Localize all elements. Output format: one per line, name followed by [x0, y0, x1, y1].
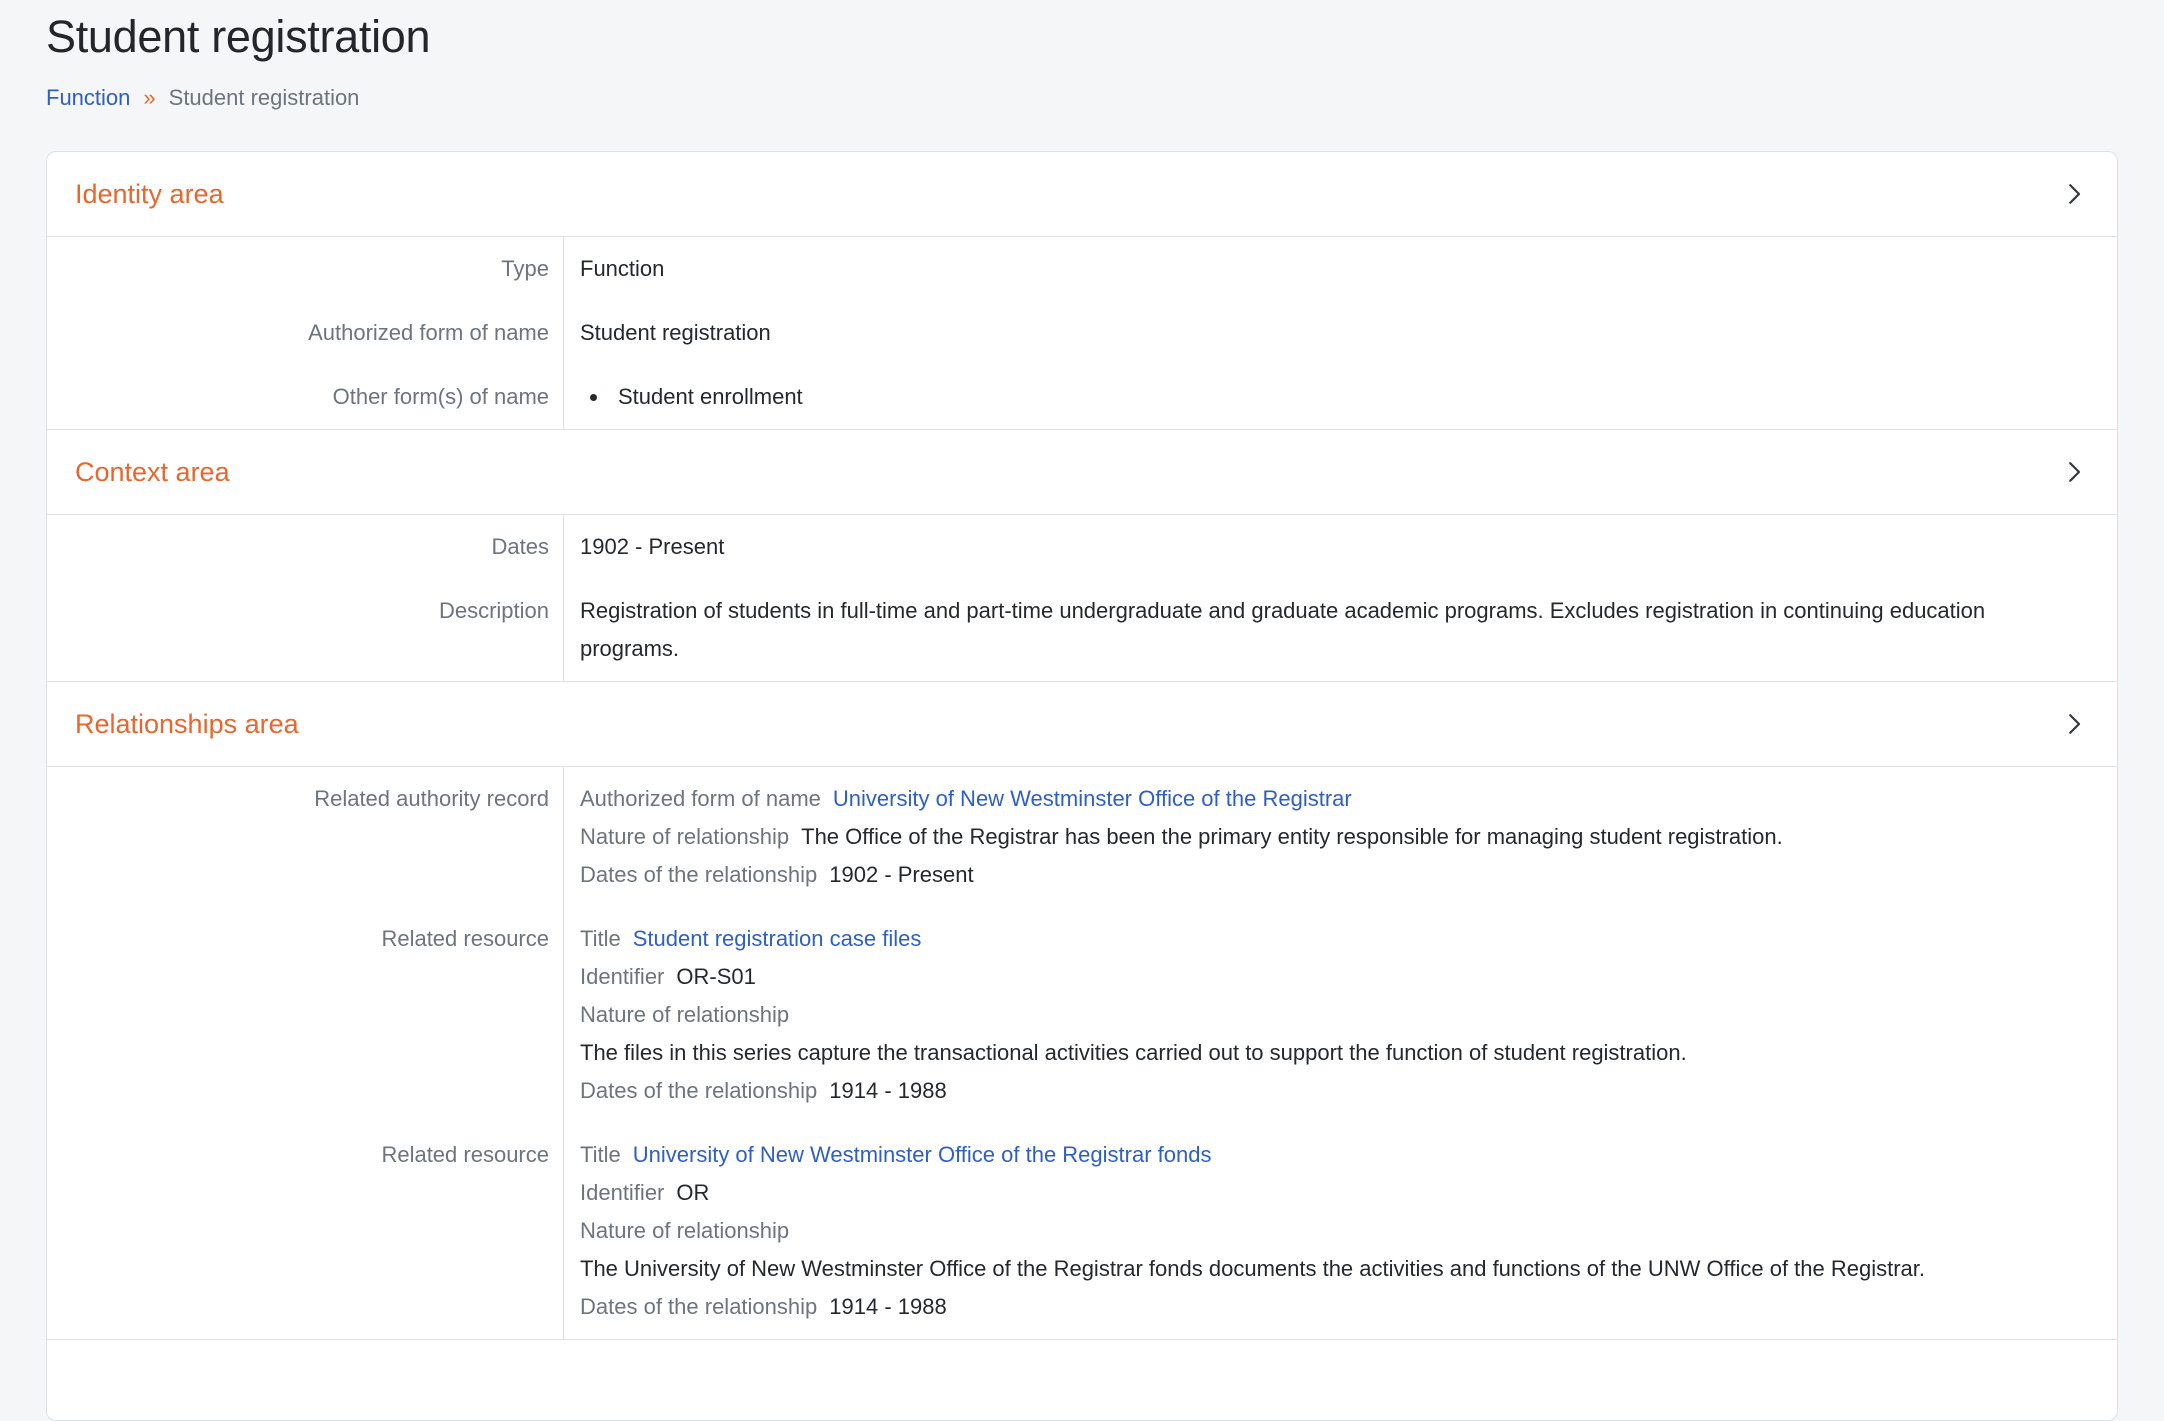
breadcrumb-link-function[interactable]: Function [46, 83, 130, 113]
sub-field: Identifier OR [580, 1174, 2037, 1212]
sub-field: Title Student registration case files [580, 920, 2037, 958]
chevron-right-icon [2059, 709, 2089, 739]
section-header-context[interactable]: Context area [47, 430, 2117, 514]
value-list: Student enrollment [580, 378, 2037, 416]
field-row: Dates1902 - Present [47, 515, 2117, 579]
sub-field-value: OR [676, 1180, 709, 1205]
field-row: Authorized form of nameStudent registrat… [47, 301, 2117, 365]
expand-relationships-button[interactable] [2059, 709, 2089, 739]
field-value: Student registration [564, 301, 2117, 365]
section-context: Context area Dates1902 - PresentDescripti… [47, 430, 2117, 682]
field-value: Registration of students in full-time an… [564, 579, 2117, 681]
field-row: Related authority record Authorized form … [47, 767, 2117, 907]
sub-field-value: The University of New Westminster Office… [580, 1256, 1925, 1281]
sub-field-value: The Office of the Registrar has been the… [801, 824, 1783, 849]
section-title-relationships: Relationships area [75, 706, 299, 742]
sub-field-value-line: The University of New Westminster Office… [580, 1250, 2037, 1288]
section-header-relationships[interactable]: Relationships area [47, 682, 2117, 766]
page: Student registration Function » Student … [0, 10, 2164, 1421]
field-label: Description [47, 579, 564, 681]
field-label: Related resource [47, 907, 564, 1123]
section-header-identity[interactable]: Identity area [47, 152, 2117, 236]
sub-field-value: The files in this series capture the tra… [580, 1040, 1687, 1065]
related-record-link[interactable]: Student registration case files [633, 926, 922, 951]
chevron-right-icon [2059, 457, 2089, 487]
related-record-link[interactable]: University of New Westminster Office of … [633, 1142, 1212, 1167]
sub-field: Identifier OR-S01 [580, 958, 2037, 996]
breadcrumb-separator: » [143, 83, 155, 113]
field-value: Title Student registration case files Iden… [564, 907, 2117, 1123]
sub-field-name: Dates of the relationship [580, 1078, 817, 1103]
chevron-right-icon [2059, 179, 2089, 209]
sub-field: Nature of relationship The Office of the … [580, 818, 2037, 856]
field-value: 1902 - Present [564, 515, 2117, 579]
fields-table-relationships: Related authority record Authorized form … [47, 766, 2117, 1340]
field-label: Related resource [47, 1123, 564, 1339]
sub-field-name: Title [580, 1142, 621, 1167]
field-value: Function [564, 237, 2117, 301]
section-title-identity: Identity area [75, 176, 224, 212]
field-row: DescriptionRegistration of students in f… [47, 579, 2117, 681]
sub-field-name: Title [580, 926, 621, 951]
breadcrumb-current: Student registration [169, 83, 360, 113]
section-title-context: Context area [75, 454, 230, 490]
field-label: Authorized form of name [47, 301, 564, 365]
sub-field-name: Nature of relationship [580, 824, 789, 849]
sub-field-name: Dates of the relationship [580, 1294, 817, 1319]
breadcrumb: Function » Student registration [46, 83, 2118, 113]
sub-field-name-line: Nature of relationship [580, 996, 2037, 1034]
sub-field-value: 1914 - 1988 [829, 1294, 946, 1319]
sub-field: Dates of the relationship 1902 - Present [580, 856, 2037, 894]
field-label: Related authority record [47, 767, 564, 907]
sub-field-value: OR-S01 [676, 964, 755, 989]
field-row: Related resource Title University of New W… [47, 1123, 2117, 1339]
page-title: Student registration [46, 10, 2118, 63]
sub-field-name: Authorized form of name [580, 786, 821, 811]
sub-field-name-line: Nature of relationship [580, 1212, 2037, 1250]
sub-field-name: Identifier [580, 1180, 664, 1205]
field-row: TypeFunction [47, 237, 2117, 301]
sub-field-name: Dates of the relationship [580, 862, 817, 887]
sub-field-name: Nature of relationship [580, 1002, 789, 1027]
field-label: Dates [47, 515, 564, 579]
expand-context-button[interactable] [2059, 457, 2089, 487]
sub-field-value: 1902 - Present [829, 862, 973, 887]
fields-table-identity: TypeFunctionAuthorized form of nameStude… [47, 236, 2117, 430]
fields-table-context: Dates1902 - PresentDescriptionRegistrati… [47, 514, 2117, 682]
sub-field: Dates of the relationship 1914 - 1988 [580, 1072, 2037, 1110]
sub-field: Dates of the relationship 1914 - 1988 [580, 1288, 2037, 1326]
sub-field-value-line: The files in this series capture the tra… [580, 1034, 2037, 1072]
sub-field: Authorized form of name University of New… [580, 780, 2037, 818]
sub-field-value: 1914 - 1988 [829, 1078, 946, 1103]
sub-field-name: Identifier [580, 964, 664, 989]
record-card: Identity areaTypeFunctionAuthorized form… [46, 151, 2118, 1421]
field-value: Authorized form of name University of New… [564, 767, 2117, 907]
value-list-item: Student enrollment [610, 378, 2037, 416]
field-row: Other form(s) of name Student enrollment [47, 365, 2117, 429]
expand-identity-button[interactable] [2059, 179, 2089, 209]
related-record-link[interactable]: University of New Westminster Office of … [833, 786, 1352, 811]
sub-field: Title University of New Westminster Offic… [580, 1136, 2037, 1174]
field-value: Student enrollment [564, 365, 2117, 429]
section-identity: Identity area TypeFunctionAuthorized form… [47, 152, 2117, 430]
sub-field-name: Nature of relationship [580, 1218, 789, 1243]
section-relationships: Relationships area Related authority reco… [47, 682, 2117, 1340]
field-value: Title University of New Westminster Offic… [564, 1123, 2117, 1339]
field-row: Related resource Title Student registratio… [47, 907, 2117, 1123]
field-label: Other form(s) of name [47, 365, 564, 429]
field-label: Type [47, 237, 564, 301]
